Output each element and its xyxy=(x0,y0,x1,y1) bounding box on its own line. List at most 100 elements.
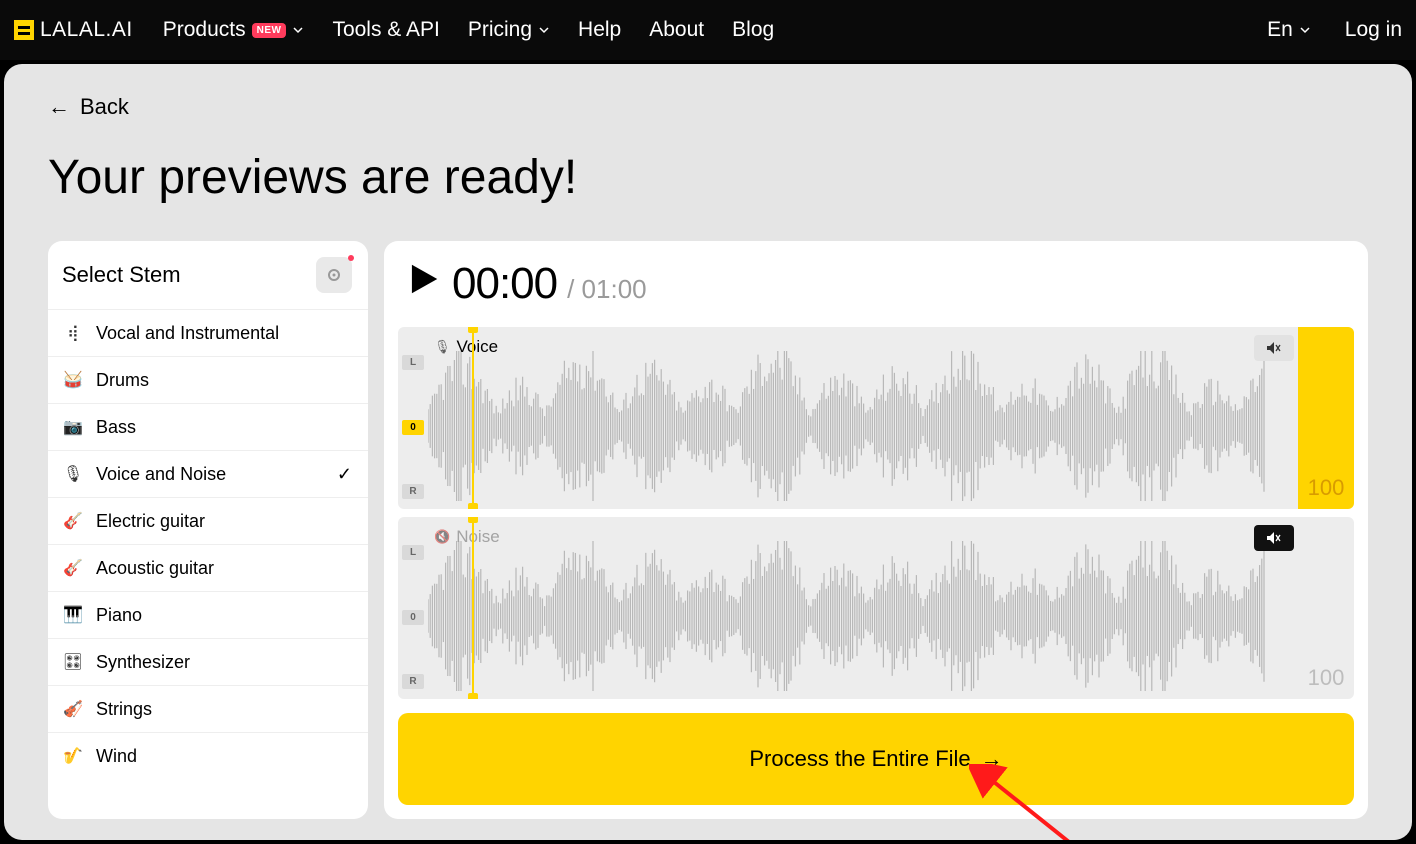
volume-value: 100 xyxy=(1308,475,1345,501)
nav-blog[interactable]: Blog xyxy=(732,18,774,42)
process-label: Process the Entire File xyxy=(749,746,970,772)
process-button[interactable]: Process the Entire File → xyxy=(398,713,1354,805)
speaker-mute-icon xyxy=(1266,341,1282,355)
gear-icon xyxy=(326,267,342,283)
top-nav: LALAL.AI Products NEW Tools & API Pricin… xyxy=(0,0,1416,60)
stem-list: ⢾ Vocal and Instrumental 🥁 Drums 📷 Bass 🎙 Voice… xyxy=(48,309,368,779)
stem-item-bass[interactable]: 📷 Bass xyxy=(48,403,368,450)
mic-icon: 🎙 xyxy=(62,463,84,485)
playhead[interactable] xyxy=(472,327,474,509)
logo-icon xyxy=(14,20,34,40)
stem-item-vocal-and-instrumental[interactable]: ⢾ Vocal and Instrumental xyxy=(48,309,368,356)
stem-label: Acoustic guitar xyxy=(96,558,214,579)
settings-button[interactable] xyxy=(316,257,352,293)
track-voice[interactable]: L 0 R 🎙Voice 100 xyxy=(398,327,1354,509)
rail-right: R xyxy=(402,674,424,689)
channel-rails: L 0 R xyxy=(398,517,428,699)
nav-tools[interactable]: Tools & API xyxy=(332,18,439,42)
stem-label: Synthesizer xyxy=(96,652,190,673)
waveform[interactable] xyxy=(428,351,1354,503)
eguitar-icon: 🎸 xyxy=(62,510,84,532)
aguitar-icon: 🎸 xyxy=(62,557,84,579)
stem-label: Wind xyxy=(96,746,137,767)
stem-label: Drums xyxy=(96,370,149,391)
stem-label: Electric guitar xyxy=(96,511,205,532)
logo-text[interactable]: LALAL.AI xyxy=(40,18,133,42)
player-panel: 00:00 / 01:00 L 0 R 🎙Voice 100 L 0 R 🔇Noise 100 P… xyxy=(384,241,1368,819)
tracks-container: L 0 R 🎙Voice 100 L 0 R 🔇Noise 100 xyxy=(398,327,1354,699)
stem-item-electric-guitar[interactable]: 🎸 Electric guitar xyxy=(48,497,368,544)
wind-icon: 🎷 xyxy=(62,745,84,767)
stem-item-acoustic-guitar[interactable]: 🎸 Acoustic guitar xyxy=(48,544,368,591)
noise-icon: 🔇 xyxy=(434,529,450,545)
volume-strip[interactable]: 100 xyxy=(1298,327,1354,509)
total-time: / 01:00 xyxy=(567,274,647,305)
play-icon xyxy=(404,260,442,298)
waveform-icon: ⢾ xyxy=(62,322,84,344)
nav-right: En Log in xyxy=(1267,18,1402,42)
mute-button[interactable] xyxy=(1254,525,1294,551)
stem-label: Voice and Noise xyxy=(96,464,226,485)
sidebar-header: Select Stem xyxy=(48,241,368,309)
rail-right: R xyxy=(402,484,424,499)
stem-label: Bass xyxy=(96,417,136,438)
track-body[interactable]: 🔇Noise 100 xyxy=(428,517,1354,699)
main-panel: ← Back Your previews are ready! Select S… xyxy=(4,64,1412,840)
arrow-left-icon: ← xyxy=(48,94,70,120)
nav-products[interactable]: Products NEW xyxy=(163,18,305,42)
chevron-down-icon xyxy=(1299,24,1311,36)
arrow-right-icon: → xyxy=(981,746,1003,772)
stem-item-voice-and-noise[interactable]: 🎙 Voice and Noise ✓ xyxy=(48,450,368,497)
playback-controls: 00:00 / 01:00 xyxy=(398,255,1354,319)
stem-sidebar: Select Stem ⢾ Vocal and Instrumental 🥁 Drum… xyxy=(48,241,368,819)
chevron-down-icon xyxy=(292,24,304,36)
playhead[interactable] xyxy=(472,517,474,699)
stem-label: Piano xyxy=(96,605,142,626)
channel-rails: L 0 R xyxy=(398,327,428,509)
bass-icon: 📷 xyxy=(62,416,84,438)
track-body[interactable]: 🎙Voice 100 xyxy=(428,327,1354,509)
rail-center: 0 xyxy=(402,420,424,435)
speaker-mute-icon xyxy=(1266,531,1282,545)
mute-button[interactable] xyxy=(1254,335,1294,361)
new-badge: NEW xyxy=(252,23,287,38)
mic-icon: 🎙 xyxy=(434,339,451,355)
stem-item-strings[interactable]: 🎻 Strings xyxy=(48,685,368,732)
nav-pricing[interactable]: Pricing xyxy=(468,18,550,42)
current-time: 00:00 xyxy=(452,259,557,309)
login-link[interactable]: Log in xyxy=(1345,18,1402,42)
notification-dot xyxy=(348,255,354,261)
play-button[interactable] xyxy=(404,260,442,303)
nav-about[interactable]: About xyxy=(649,18,704,42)
back-button[interactable]: ← Back xyxy=(48,94,1368,120)
page-title: Your previews are ready! xyxy=(48,150,1368,205)
nav-help[interactable]: Help xyxy=(578,18,621,42)
language-selector[interactable]: En xyxy=(1267,18,1311,42)
stem-label: Strings xyxy=(96,699,152,720)
drums-icon: 🥁 xyxy=(62,369,84,391)
nav-products-label: Products xyxy=(163,18,246,42)
stem-label: Vocal and Instrumental xyxy=(96,323,279,344)
waveform[interactable] xyxy=(428,541,1354,693)
rail-left: L xyxy=(402,355,424,370)
piano-icon: 🎹 xyxy=(62,604,84,626)
track-label: 🎙Voice xyxy=(434,337,498,357)
volume-strip[interactable]: 100 xyxy=(1298,517,1354,699)
check-icon: ✓ xyxy=(337,464,352,485)
content: Select Stem ⢾ Vocal and Instrumental 🥁 Drum… xyxy=(48,241,1368,819)
chevron-down-icon xyxy=(538,24,550,36)
stem-item-wind[interactable]: 🎷 Wind xyxy=(48,732,368,779)
stem-item-piano[interactable]: 🎹 Piano xyxy=(48,591,368,638)
synth-icon: 🎛 xyxy=(62,651,84,673)
track-noise[interactable]: L 0 R 🔇Noise 100 xyxy=(398,517,1354,699)
track-label: 🔇Noise xyxy=(434,527,500,547)
stem-item-drums[interactable]: 🥁 Drums xyxy=(48,356,368,403)
stem-item-synthesizer[interactable]: 🎛 Synthesizer xyxy=(48,638,368,685)
rail-center: 0 xyxy=(402,610,424,625)
nav-menu: Products NEW Tools & API Pricing Help Ab… xyxy=(163,18,774,42)
sidebar-title: Select Stem xyxy=(62,262,181,288)
rail-left: L xyxy=(402,545,424,560)
volume-value: 100 xyxy=(1308,665,1345,691)
strings-icon: 🎻 xyxy=(62,698,84,720)
back-label: Back xyxy=(80,94,129,120)
